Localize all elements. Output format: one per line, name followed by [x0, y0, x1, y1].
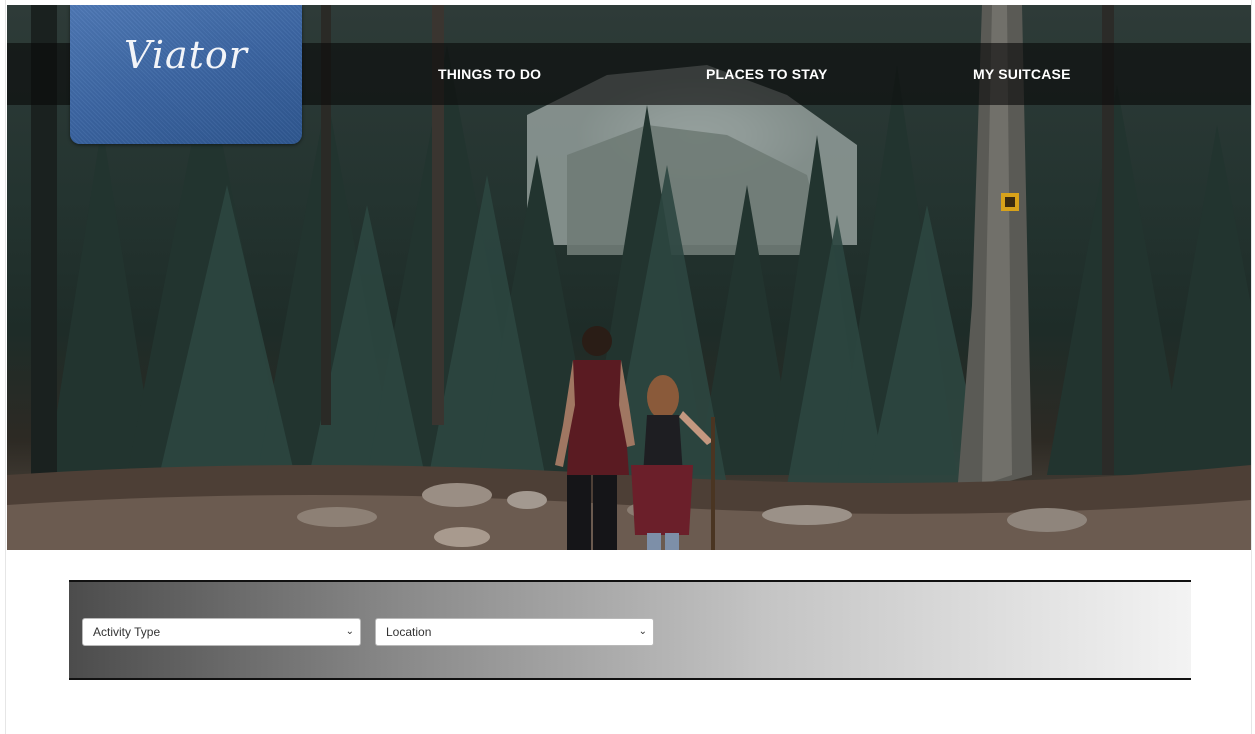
page-border-left — [5, 0, 6, 734]
location-value: Location — [386, 625, 432, 639]
activity-type-value: Activity Type — [93, 625, 161, 639]
nav-things-to-do[interactable]: THINGS TO DO — [438, 43, 541, 105]
filter-bar: Activity Type ⌄ Location ⌄ — [69, 580, 1191, 680]
logo[interactable]: Viator — [70, 5, 302, 144]
chevron-down-icon: ⌄ — [638, 626, 647, 637]
chevron-down-icon: ⌄ — [345, 626, 354, 637]
logo-text: Viator — [124, 33, 248, 77]
activity-type-select[interactable]: Activity Type ⌄ — [82, 618, 361, 646]
nav-my-suitcase[interactable]: MY SUITCASE — [973, 43, 1071, 105]
nav-places-to-stay[interactable]: PLACES TO STAY — [706, 43, 828, 105]
page: THINGS TO DO PLACES TO STAY MY SUITCASE … — [0, 0, 1255, 734]
page-border-right — [1251, 0, 1252, 734]
location-select[interactable]: Location ⌄ — [375, 618, 654, 646]
hero-banner: THINGS TO DO PLACES TO STAY MY SUITCASE … — [7, 5, 1251, 550]
